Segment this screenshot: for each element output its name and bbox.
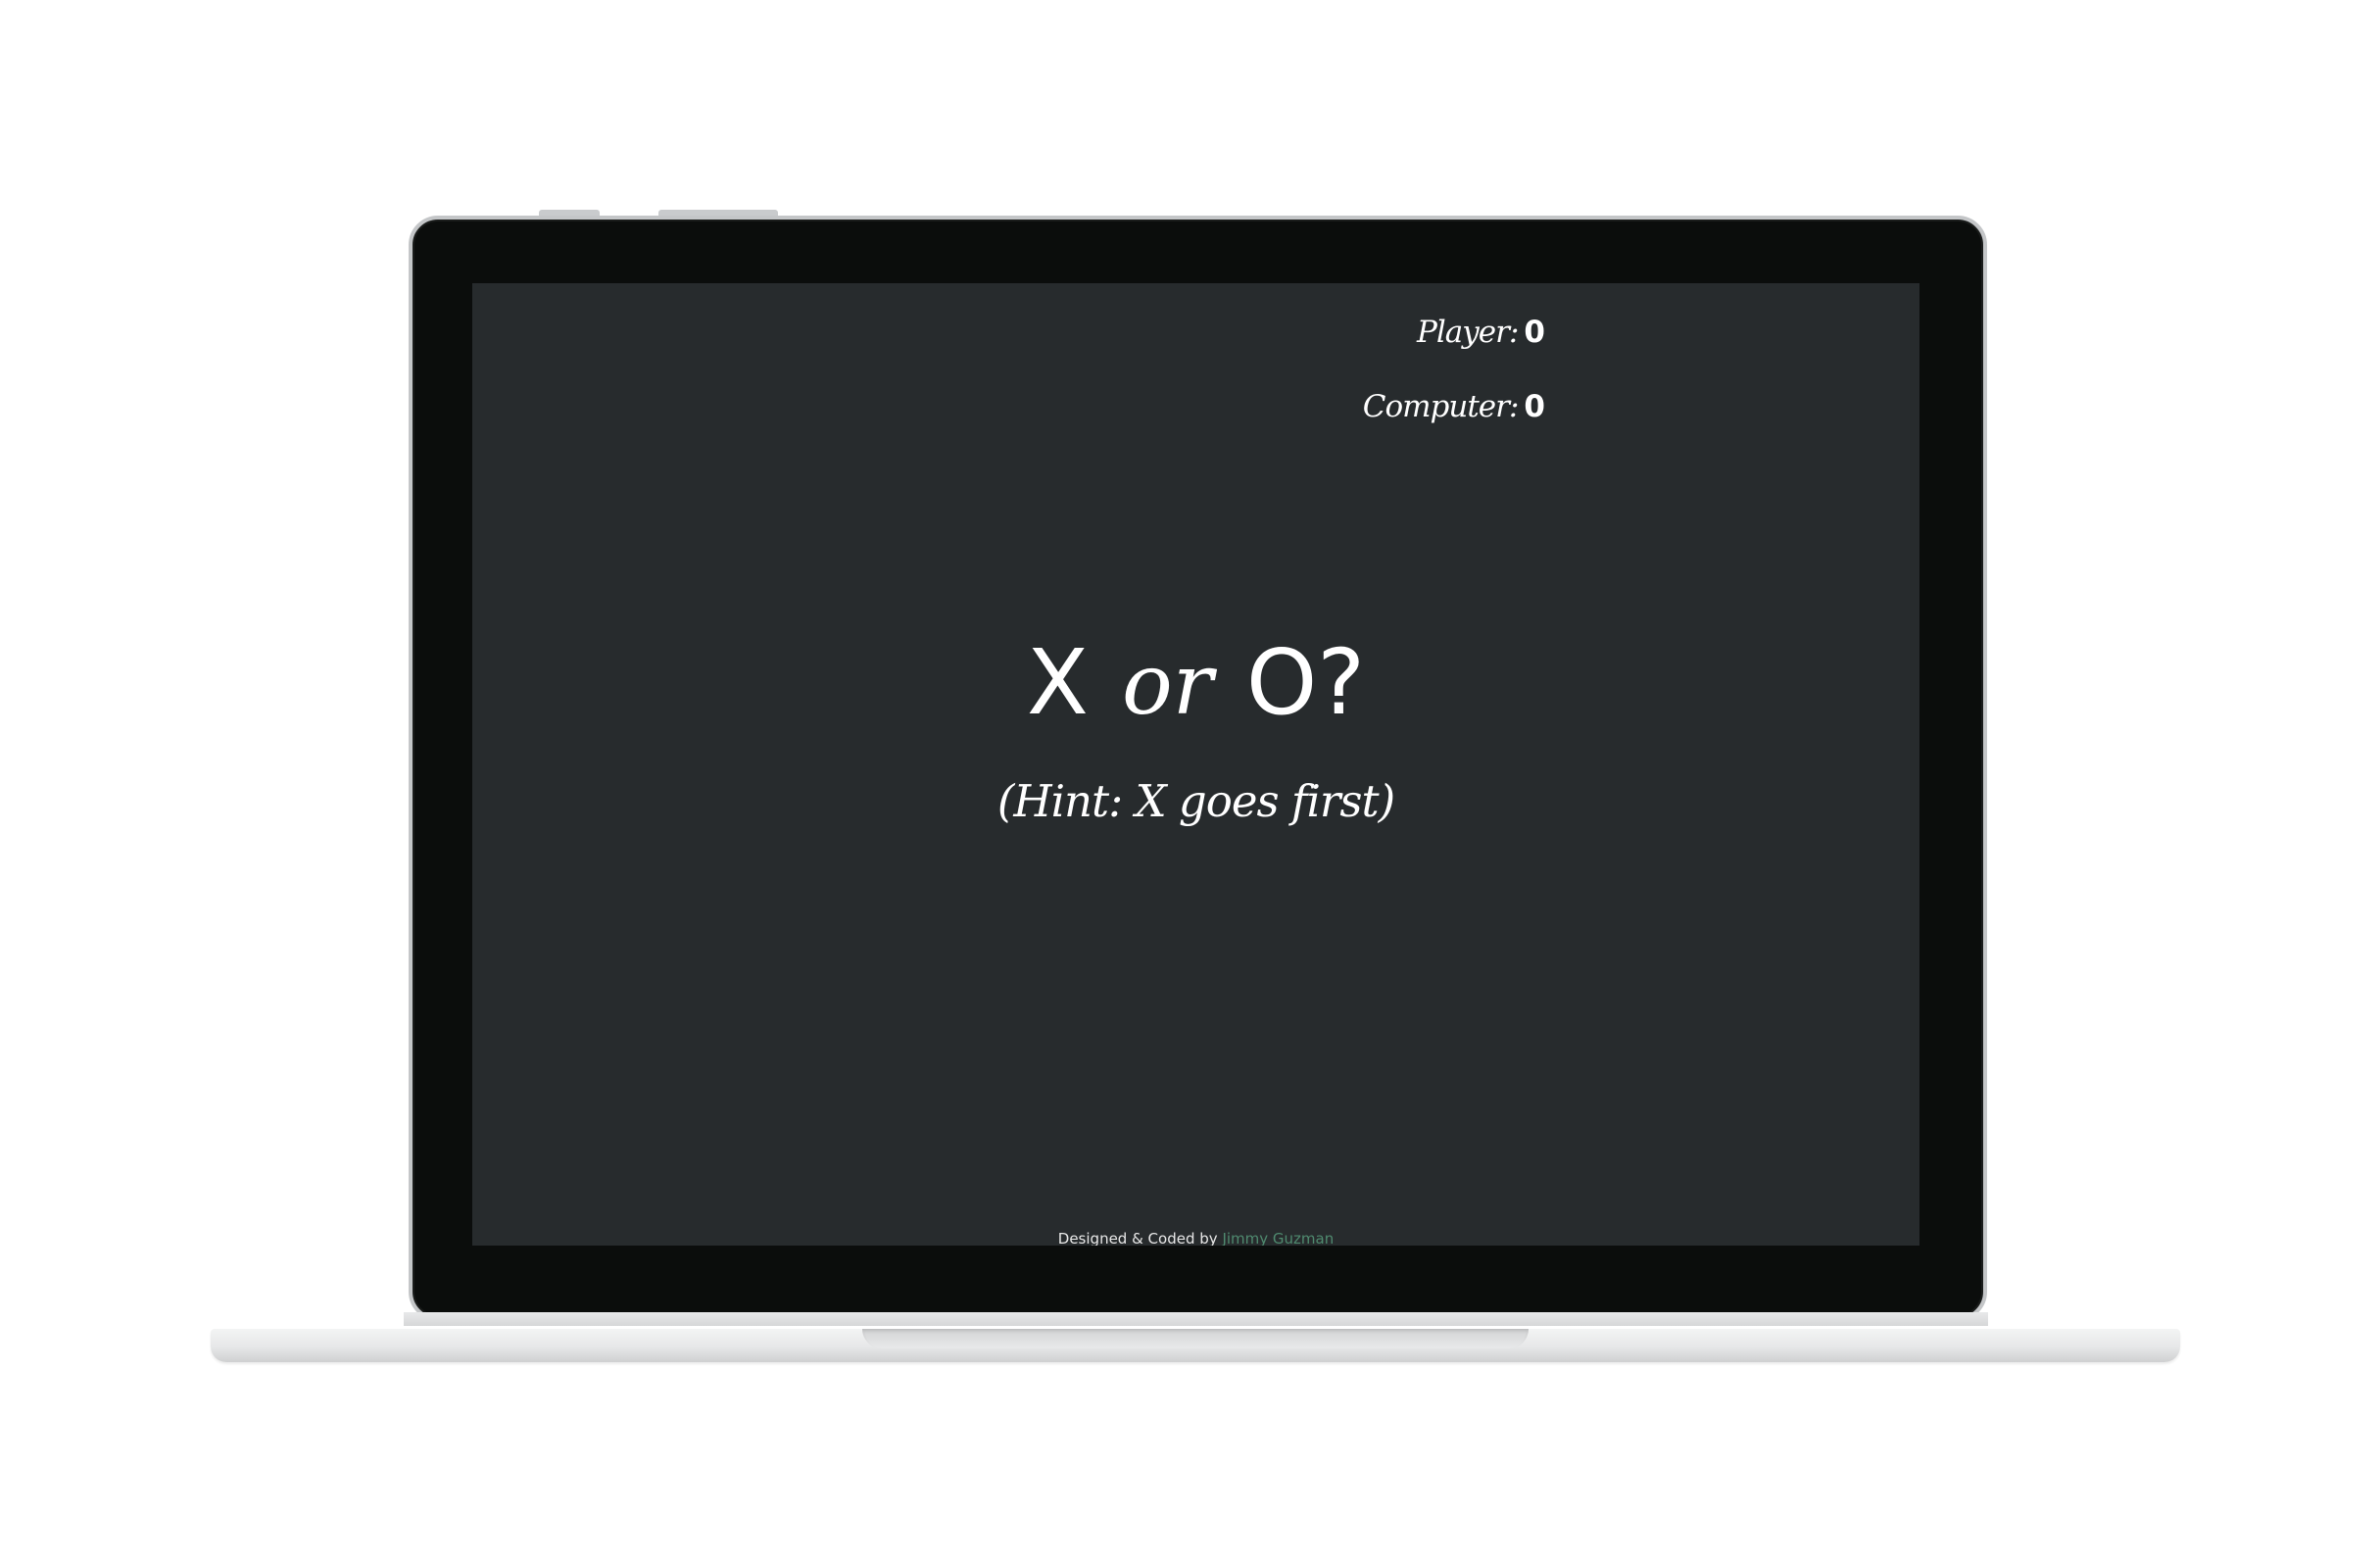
computer-score-value: 0 <box>1524 389 1545 424</box>
choose-x-button[interactable]: X <box>1027 638 1089 728</box>
choice-connector: or <box>1121 636 1213 734</box>
computer-score: Computer: 0 <box>1152 389 1545 424</box>
player-score: Player: 0 <box>1152 315 1545 350</box>
laptop-hinge <box>404 1312 1988 1326</box>
player-score-label: Player: <box>1417 315 1519 350</box>
laptop-base-notch <box>862 1329 1529 1348</box>
symbol-choice-prompt: X or O? (Hint: X goes first) <box>472 636 1919 827</box>
choose-o-button[interactable]: O? <box>1246 638 1365 728</box>
app-screen: Player: 0 Computer: 0 X or O? (Hint: X goe… <box>472 283 1919 1246</box>
laptop-mockup: Player: 0 Computer: 0 X or O? (Hint: X goe… <box>0 0 2380 1567</box>
author-link[interactable]: Jimmy Guzman <box>1222 1230 1334 1246</box>
footer-credit: Designed & Coded by Jimmy Guzman <box>472 1230 1919 1246</box>
hint-text: (Hint: X goes first) <box>996 775 1395 827</box>
computer-score-label: Computer: <box>1362 389 1520 424</box>
symbol-choices: X or O? <box>1027 636 1365 734</box>
credit-text: Designed & Coded by <box>1057 1230 1218 1246</box>
player-score-value: 0 <box>1524 315 1545 350</box>
